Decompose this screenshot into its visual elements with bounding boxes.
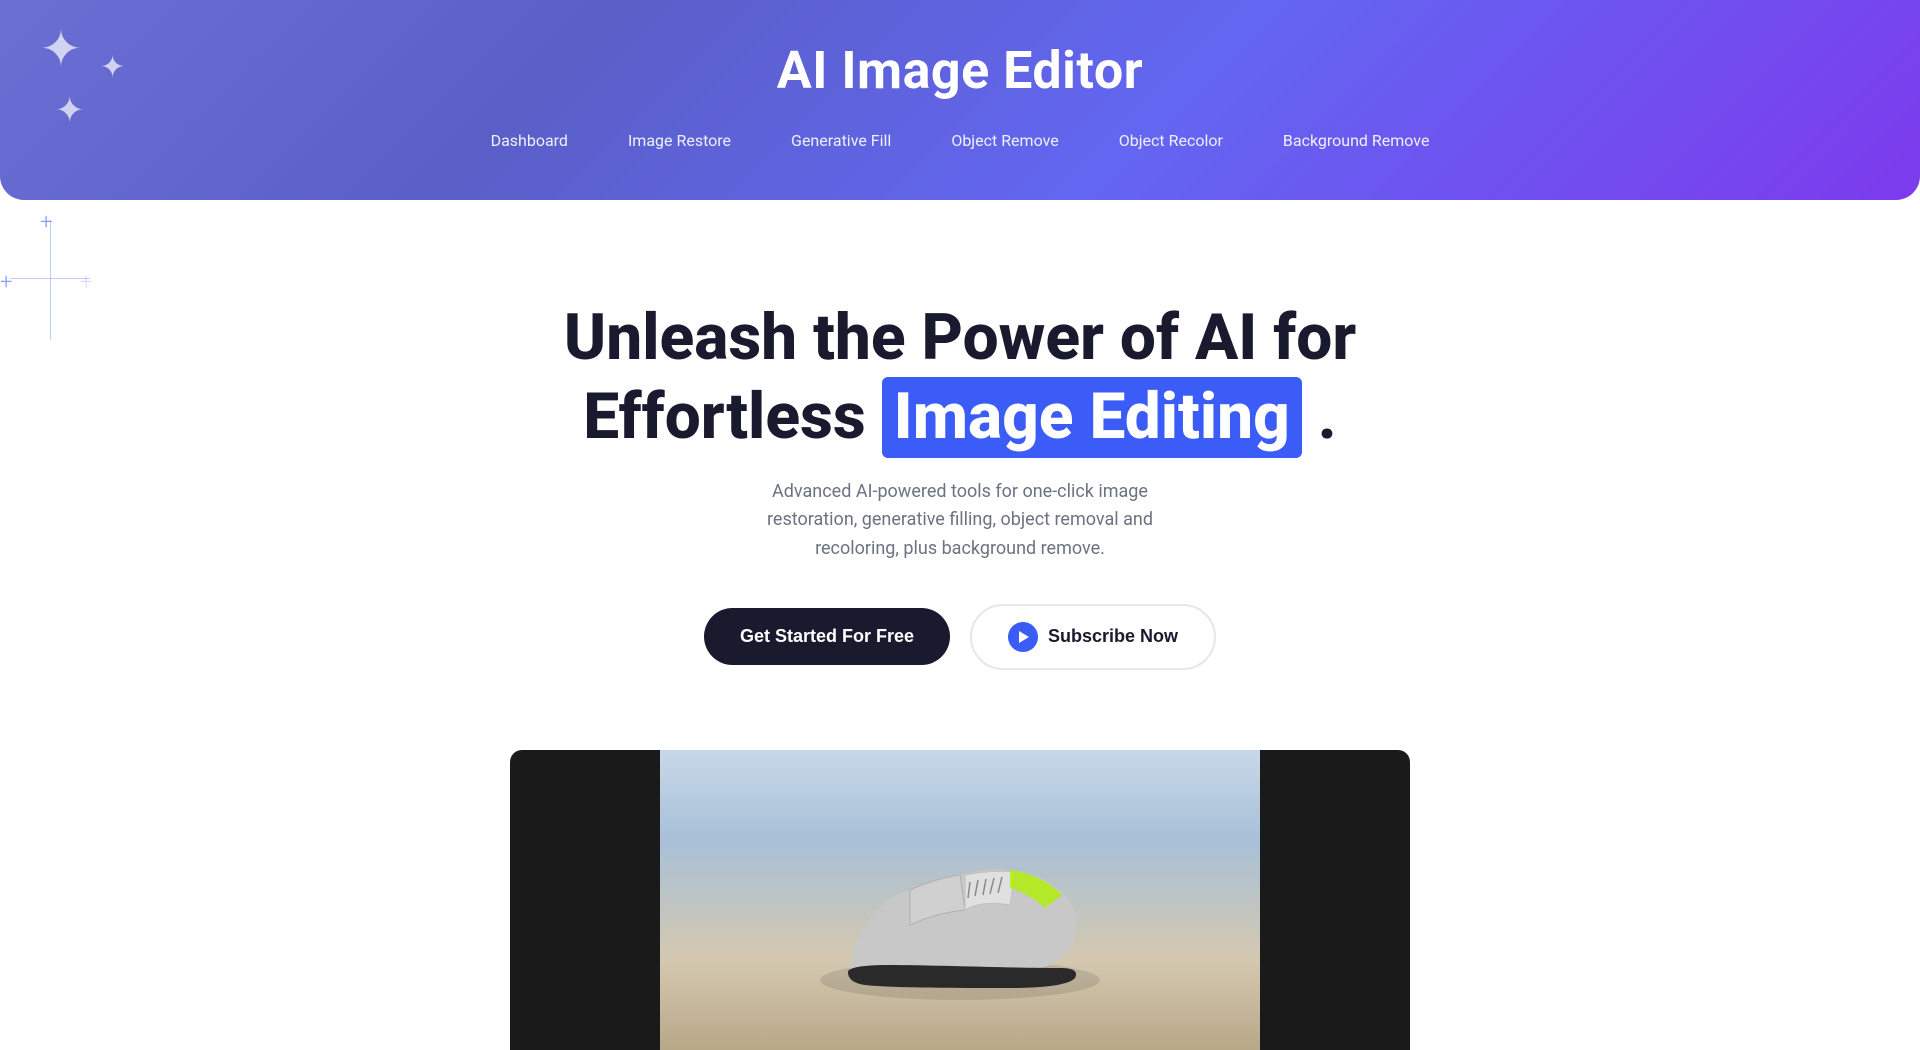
hero-heading-line1: Unleash the Power of AI for bbox=[564, 300, 1356, 375]
hero-subtext: Advanced AI-powered tools for one-click … bbox=[730, 478, 1190, 564]
hero-buttons: Get Started For Free Subscribe Now bbox=[20, 604, 1900, 670]
hero-heading: Unleash the Power of AI for Effortless I… bbox=[20, 300, 1900, 458]
shoe-image bbox=[660, 750, 1260, 1050]
nav-item-object-recolor[interactable]: Object Recolor bbox=[1119, 131, 1223, 150]
play-triangle-shape bbox=[1019, 631, 1029, 643]
nav-item-generative-fill[interactable]: Generative Fill bbox=[791, 131, 891, 150]
hero-section: Unleash the Power of AI for Effortless I… bbox=[0, 200, 1920, 730]
nav-item-dashboard[interactable]: Dashboard bbox=[491, 131, 568, 150]
subscribe-now-label: Subscribe Now bbox=[1048, 626, 1178, 647]
main-content: + + + Unleash the Power of AI for Effort… bbox=[0, 200, 1920, 1050]
get-started-button[interactable]: Get Started For Free bbox=[704, 608, 950, 665]
hero-heading-highlight: Image Editing bbox=[882, 377, 1302, 458]
sparkle-icon-2: ✦ bbox=[100, 50, 125, 85]
play-icon bbox=[1008, 622, 1038, 652]
image-center bbox=[660, 750, 1260, 1050]
nav-item-object-remove[interactable]: Object Remove bbox=[951, 131, 1058, 150]
image-preview-container bbox=[510, 750, 1410, 1050]
shoe-svg bbox=[810, 820, 1110, 1020]
image-preview-section bbox=[0, 750, 1920, 1050]
hero-heading-period: . bbox=[1318, 379, 1337, 454]
main-nav: Dashboard Image Restore Generative Fill … bbox=[0, 131, 1920, 150]
image-side-left bbox=[510, 750, 660, 1050]
nav-item-image-restore[interactable]: Image Restore bbox=[628, 131, 731, 150]
image-side-right bbox=[1260, 750, 1410, 1050]
sparkle-icon-3: ✦ bbox=[55, 90, 84, 131]
app-title: AI Image Editor bbox=[0, 40, 1920, 101]
nav-item-background-remove[interactable]: Background Remove bbox=[1283, 131, 1430, 150]
hero-heading-line2-before: Effortless bbox=[583, 379, 865, 454]
header: ✦ ✦ ✦ AI Image Editor Dashboard Image Re… bbox=[0, 0, 1920, 200]
subscribe-now-button[interactable]: Subscribe Now bbox=[970, 604, 1216, 670]
sparkle-icon-1: ✦ bbox=[40, 20, 82, 79]
